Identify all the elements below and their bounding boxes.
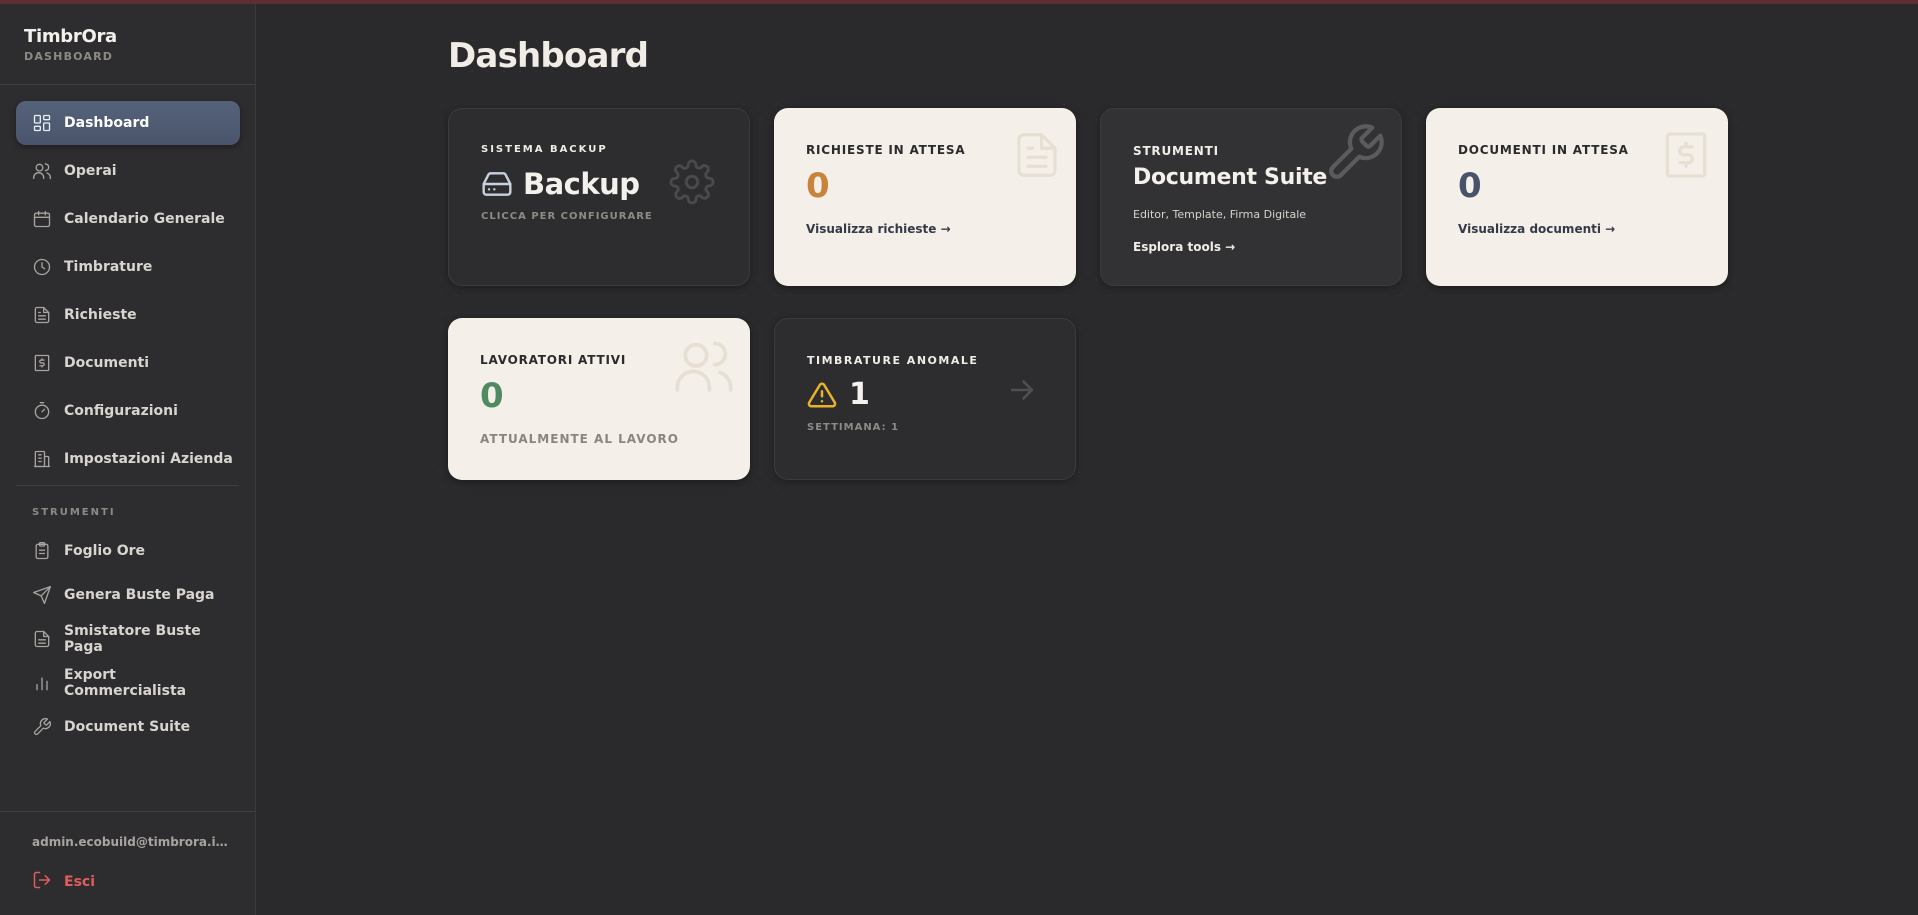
sidebar-item-configurazioni[interactable]: Configurazioni [16,389,240,433]
requests-count: 0 [806,166,830,206]
sidebar-item-label: Smistatore Buste Paga [64,623,201,655]
sidebar-item-timbrature[interactable]: Timbrature [16,245,240,289]
sidebar-item-label: Configurazioni [64,403,178,419]
sidebar-item-label: Operai [64,163,117,179]
active-workers-card[interactable]: LAVORATORI ATTIVI 0 ATTUALMENTE AL LAVOR… [448,318,750,480]
documents-count: 0 [1458,166,1482,206]
requests-label: RICHIESTE IN ATTESA [806,143,966,157]
anomalies-value-row: 1 [807,377,870,412]
sidebar-item-genera-buste-paga[interactable]: Genera Buste Paga [16,573,240,617]
anomalies-subtitle: SETTIMANA: 1 [807,422,900,433]
logout-button[interactable]: Esci [32,870,95,894]
sidebar: TimbrOra DASHBOARD Dashboard Operai Cale… [0,4,256,915]
view-documents-link[interactable]: Visualizza documenti → [1458,222,1615,236]
file-text-icon [32,305,52,325]
sidebar-item-richieste[interactable]: Richieste [16,293,240,337]
wrench-icon [32,717,52,737]
brand: TimbrOra DASHBOARD [24,26,117,63]
clock-icon [32,257,52,277]
sidebar-item-label: Calendario Generale [64,211,225,227]
top-accent-line [0,0,1918,4]
sidebar-item-calendario[interactable]: Calendario Generale [16,197,240,241]
view-requests-link[interactable]: Visualizza richieste → [806,222,951,236]
tools-label: STRUMENTI [1133,144,1219,158]
sidebar-divider [16,485,239,486]
sidebar-item-documenti[interactable]: Documenti [16,341,240,385]
tools-description: Editor, Template, Firma Digitale [1133,208,1307,221]
app-subtitle: DASHBOARD [24,50,114,63]
user-email: admin.ecobuild@timbrora.internal [32,835,232,849]
tools-section-label: STRUMENTI [32,507,116,518]
hard-drive-icon [481,168,513,200]
users-icon [672,334,736,402]
receipt-icon [32,353,52,373]
users-icon [32,161,52,181]
pending-documents-card[interactable]: DOCUMENTI IN ATTESA 0 Visualizza documen… [1426,108,1728,286]
send-icon [32,585,52,605]
clipboard-icon [32,541,52,561]
arrow-right-icon [1005,373,1039,411]
pending-requests-card[interactable]: RICHIESTE IN ATTESA 0 Visualizza richies… [774,108,1076,286]
timer-icon [32,401,52,421]
backup-subtitle: CLICCA PER CONFIGURARE [481,211,653,222]
backup-label: SISTEMA BACKUP [481,144,608,155]
sidebar-item-operai[interactable]: Operai [16,149,240,193]
workers-count: 0 [480,376,504,416]
backup-title: Backup [523,167,640,201]
layout-grid-icon [32,113,52,133]
logout-label: Esci [64,874,95,890]
anomalies-count: 1 [849,377,870,412]
backup-title-row: Backup [481,167,640,201]
building-icon [32,449,52,469]
sidebar-item-label: Export Commercialista [64,667,187,699]
warning-triangle-icon [807,380,837,410]
sidebar-item-impostazioni-azienda[interactable]: Impostazioni Azienda [16,437,240,481]
sidebar-item-smistatore-buste-paga[interactable]: Smistatore Buste Paga [16,617,240,661]
anomalous-punches-card[interactable]: TIMBRATURE ANOMALE 1 SETTIMANA: 1 [774,318,1076,480]
sidebar-item-label: Richieste [64,307,137,323]
workers-subtitle: ATTUALMENTE AL LAVORO [480,432,680,446]
sidebar-item-foglio-ore[interactable]: Foglio Ore [16,529,240,573]
logout-icon [32,870,64,894]
sidebar-item-label: Impostazioni Azienda [64,451,233,467]
receipt-icon [1658,122,1714,192]
sidebar-item-label: Timbrature [64,259,153,275]
file-text-icon [1010,122,1064,192]
tools-title: Document Suite [1133,165,1328,190]
page-title: Dashboard [448,36,649,76]
sidebar-item-label: Foglio Ore [64,543,146,559]
workers-label: LAVORATORI ATTIVI [480,353,627,367]
sidebar-divider [0,811,255,812]
explore-tools-link[interactable]: Esplora tools → [1133,240,1235,254]
gear-icon [669,159,715,209]
sidebar-item-label: Genera Buste Paga [64,587,215,603]
sidebar-item-export-commercialista[interactable]: Export Commercialista [16,661,240,705]
app-name: TimbrOra [24,26,117,47]
sidebar-item-document-suite[interactable]: Document Suite [16,705,240,749]
sidebar-item-label: Documenti [64,355,150,371]
sidebar-item-label: Dashboard [64,115,150,131]
tools-card[interactable]: STRUMENTI Document Suite Editor, Templat… [1100,108,1402,286]
documents-label: DOCUMENTI IN ATTESA [1458,143,1629,157]
calendar-icon [32,209,52,229]
file-text-icon [32,629,52,649]
sidebar-divider [0,84,255,85]
anomalies-label: TIMBRATURE ANOMALE [807,354,979,367]
wrench-icon [1323,121,1387,189]
sidebar-item-dashboard[interactable]: Dashboard [16,101,240,145]
bar-chart-icon [32,673,52,693]
backup-card[interactable]: SISTEMA BACKUP Backup CLICCA PER CONFIGU… [448,108,750,286]
sidebar-item-label: Document Suite [64,719,191,735]
